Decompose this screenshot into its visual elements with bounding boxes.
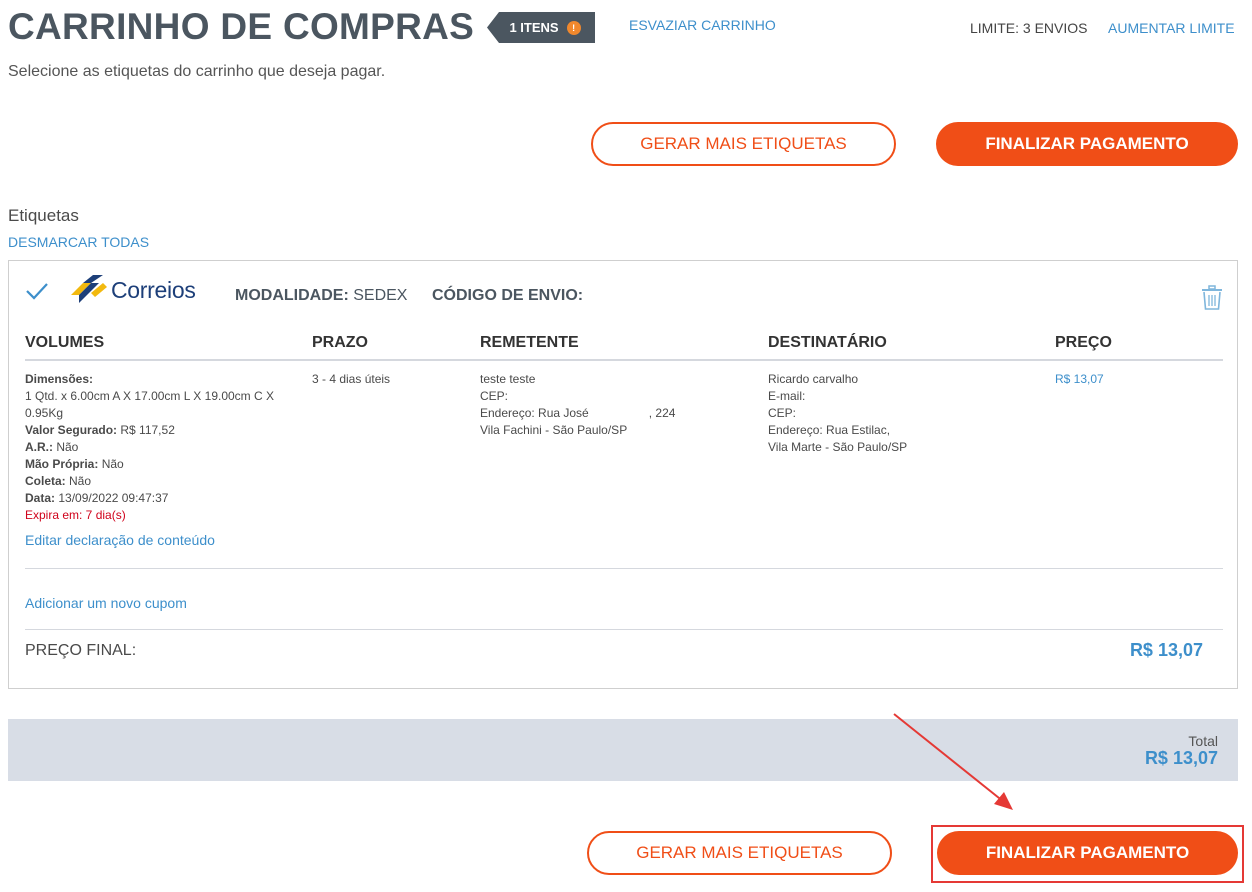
total-label: Total — [1188, 733, 1218, 749]
column-header-prazo: PRAZO — [312, 334, 368, 351]
correios-logo-text: Correios — [111, 276, 196, 303]
edit-declaration-link[interactable]: Editar declaração de conteúdo — [25, 532, 215, 548]
column-header-preco: PREÇO — [1055, 334, 1112, 351]
add-coupon-link[interactable]: Adicionar um novo cupom — [25, 595, 187, 611]
expiry-text: Expira em: 7 dia(s) — [25, 508, 126, 522]
sender-cep: CEP: — [480, 389, 509, 403]
annotation-arrow — [880, 708, 1030, 825]
sender-address: Endereço: Rua José, 224 — [480, 406, 676, 420]
modality-label: MODALIDADE: — [235, 287, 349, 304]
total-bar: Total R$ 13,07 — [8, 719, 1238, 781]
finish-payment-button[interactable]: FINALIZAR PAGAMENTO — [936, 122, 1238, 166]
dimensions-row: Dimensões: — [25, 372, 94, 386]
page-subtitle: Selecione as etiquetas do carrinho que d… — [8, 63, 386, 80]
recipient-email: E-mail: — [768, 389, 806, 403]
final-price-label: PREÇO FINAL: — [25, 642, 137, 659]
column-header-remetente: REMETENTE — [480, 334, 579, 351]
shipping-code-label: CÓDIGO DE ENVIO: — [432, 287, 584, 304]
divider — [25, 629, 1223, 630]
column-header-destinatario: DESTINATÁRIO — [768, 334, 887, 351]
recipient-district: Vila Marte - São Paulo/SP — [768, 440, 908, 454]
sender-name: teste teste — [480, 372, 536, 386]
modality-info: MODALIDADE: SEDEX — [235, 287, 407, 305]
correios-logo-mark — [71, 275, 107, 303]
ar-row: A.R.: Não — [25, 440, 79, 454]
modality-value: SEDEX — [353, 287, 408, 304]
date-row: Data: 13/09/2022 09:47:37 — [25, 491, 169, 505]
items-count-badge: 1 ITENS ! — [487, 12, 595, 43]
final-price-value: R$ 13,07 — [1129, 640, 1203, 660]
generate-more-labels-button-bottom[interactable]: GERAR MAIS ETIQUETAS — [587, 831, 892, 875]
correios-logo: Correios — [69, 275, 196, 305]
label-card: Correios MODALIDADE: SEDEX CÓDIGO DE ENV… — [8, 260, 1238, 689]
own-hand-row: Mão Própria: Não — [25, 457, 124, 471]
annotation-highlight-box — [931, 825, 1244, 883]
alert-icon: ! — [566, 20, 581, 35]
recipient-address: Endereço: Rua Estilac, — [768, 423, 891, 437]
trash-icon[interactable] — [1201, 285, 1223, 316]
insured-value-row: Valor Segurado: R$ 117,52 — [25, 423, 175, 437]
dimensions-line-1: 1 Qtd. x 6.00cm A X 17.00cm L X 19.00cm … — [25, 389, 275, 403]
check-icon[interactable] — [25, 281, 49, 306]
recipient-name: Ricardo carvalho — [768, 372, 859, 386]
page-title: CARRINHO DE COMPRAS — [8, 6, 475, 47]
volumes-cell: Dimensões: 1 Qtd. x 6.00cm A X 17.00cm L… — [25, 371, 295, 524]
shipping-limit-text: LIMITE: 3 ENVIOS — [970, 20, 1088, 36]
deadline-cell: 3 - 4 dias úteis — [312, 372, 391, 386]
dimensions-line-2: 0.95Kg — [25, 406, 64, 420]
items-badge-label: 1 ITENS — [509, 20, 559, 35]
divider — [25, 568, 1223, 569]
recipient-cell: Ricardo carvalho E-mail: CEP: Endereço: … — [768, 371, 1028, 456]
generate-more-labels-button[interactable]: GERAR MAIS ETIQUETAS — [591, 122, 896, 166]
sender-district: Vila Fachini - São Paulo/SP — [480, 423, 628, 437]
raise-limit-link[interactable]: AUMENTAR LIMITE — [1108, 20, 1235, 36]
price-cell: R$ 13,07 — [1055, 372, 1104, 386]
column-header-volumes: VOLUMES — [25, 334, 105, 351]
empty-cart-link[interactable]: ESVAZIAR CARRINHO — [629, 17, 776, 33]
total-value: R$ 13,07 — [1144, 748, 1218, 768]
uncheck-all-link[interactable]: DESMARCAR TODAS — [8, 234, 149, 250]
labels-heading: Etiquetas — [8, 206, 79, 225]
header-divider — [25, 359, 1223, 361]
pickup-row: Coleta: Não — [25, 474, 92, 488]
sender-cell: teste teste CEP: Endereço: Rua José, 224… — [480, 371, 740, 439]
recipient-cep: CEP: — [768, 406, 797, 420]
